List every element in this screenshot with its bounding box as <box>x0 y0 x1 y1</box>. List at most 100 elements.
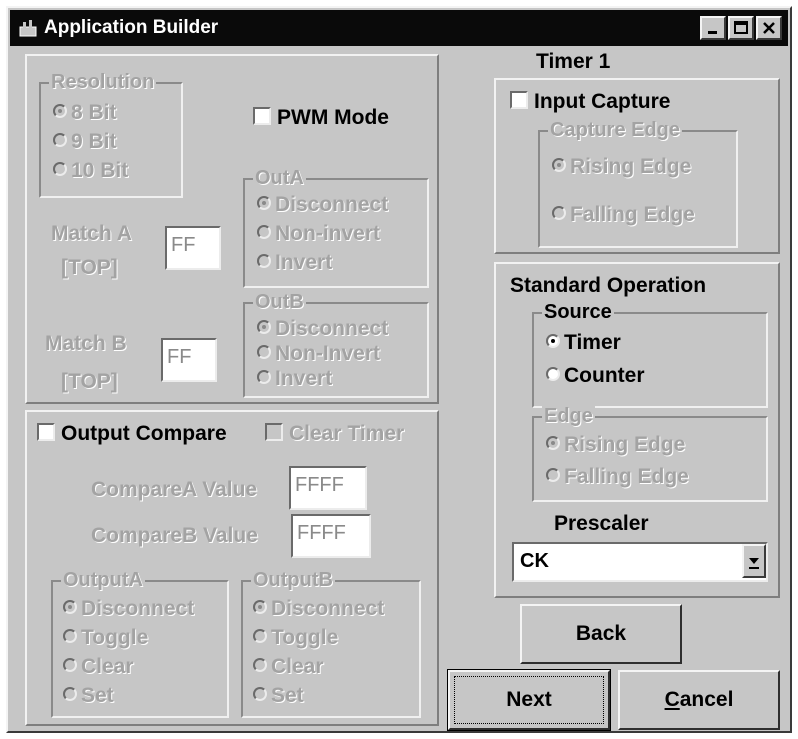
radio-output-a-toggle[interactable]: Toggle <box>63 625 148 651</box>
compare-b-input[interactable]: FFFF <box>291 514 371 558</box>
radio-out-a-invert[interactable]: Invert <box>257 250 332 276</box>
radio-resolution-10bit[interactable]: 10 Bit <box>53 158 128 184</box>
checkbox-box <box>510 91 528 110</box>
radio-indicator <box>63 600 77 615</box>
radio-resolution-9bit[interactable]: 9 Bit <box>53 129 117 155</box>
input-capture-panel: Input Capture Capture Edge Rising Edge F… <box>494 78 780 254</box>
radio-indicator <box>257 370 271 385</box>
maximize-icon <box>734 21 748 34</box>
compare-a-label: CompareA Value <box>91 478 258 501</box>
radio-indicator <box>257 320 271 335</box>
match-b-label: Match B <box>45 332 127 355</box>
radio-out-a-disconnect[interactable]: Disconnect <box>257 192 388 218</box>
radio-indicator <box>63 658 77 673</box>
radio-indicator <box>253 687 267 702</box>
radio-indicator <box>257 196 271 211</box>
input-capture-label: Input Capture <box>534 90 671 113</box>
radio-source-timer[interactable]: Timer <box>546 330 621 356</box>
radio-indicator <box>546 334 560 349</box>
input-capture-checkbox[interactable]: Input Capture <box>510 88 671 116</box>
match-a-label: Match A <box>51 222 132 245</box>
radio-indicator <box>53 133 67 148</box>
output-a-group-title: OutputA <box>61 569 145 591</box>
output-compare-label: Output Compare <box>61 422 227 445</box>
checkbox-box <box>253 107 271 126</box>
capture-edge-group: Capture Edge Rising Edge Falling Edge <box>538 119 738 248</box>
radio-resolution-8bit[interactable]: 8 Bit <box>53 100 117 126</box>
radio-output-b-toggle[interactable]: Toggle <box>253 625 338 651</box>
match-b-sublabel: [TOP] <box>61 370 118 393</box>
radio-output-a-set[interactable]: Set <box>63 683 114 709</box>
radio-capture-falling-edge[interactable]: Falling Edge <box>552 202 695 228</box>
radio-indicator <box>253 629 267 644</box>
radio-capture-rising-edge[interactable]: Rising Edge <box>552 154 691 180</box>
radio-label: Falling Edge <box>570 203 695 226</box>
radio-indicator <box>257 254 271 269</box>
compare-a-input[interactable]: FFFF <box>289 466 367 510</box>
standard-operation-heading: Standard Operation <box>510 274 707 297</box>
radio-out-b-non-invert[interactable]: Non-Invert <box>257 341 380 367</box>
radio-indicator <box>253 658 267 673</box>
radio-source-counter[interactable]: Counter <box>546 363 645 389</box>
title-bar[interactable]: Application Builder <box>10 10 788 46</box>
radio-output-b-set[interactable]: Set <box>253 683 304 709</box>
match-b-input[interactable]: FF <box>161 338 217 382</box>
radio-edge-rising[interactable]: Rising Edge <box>546 432 685 458</box>
minimize-icon <box>708 31 717 34</box>
clear-timer-label: Clear Timer <box>289 422 405 445</box>
radio-indicator <box>552 206 566 221</box>
compare-b-label: CompareB Value <box>91 524 258 547</box>
output-compare-checkbox[interactable]: Output Compare <box>37 420 227 448</box>
radio-out-b-invert[interactable]: Invert <box>257 366 332 392</box>
radio-label: Rising Edge <box>570 155 692 178</box>
back-button[interactable]: Back <box>520 604 682 664</box>
radio-output-a-disconnect[interactable]: Disconnect <box>63 596 194 622</box>
radio-output-a-clear[interactable]: Clear <box>63 654 134 680</box>
maximize-button[interactable] <box>728 16 754 40</box>
radio-label: Clear <box>81 655 134 678</box>
radio-indicator <box>546 436 560 451</box>
radio-label: Set <box>81 684 114 707</box>
radio-edge-falling[interactable]: Falling Edge <box>546 464 689 490</box>
out-b-group: OutB Disconnect Non-Invert Invert <box>243 291 429 398</box>
radio-label: Disconnect <box>81 597 195 620</box>
out-b-group-title: OutB <box>253 291 306 313</box>
pwm-mode-checkbox[interactable]: PWM Mode <box>253 104 389 132</box>
radio-label: Invert <box>275 367 333 390</box>
radio-output-b-disconnect[interactable]: Disconnect <box>253 596 384 622</box>
minimize-button[interactable] <box>700 16 726 40</box>
radio-indicator <box>53 104 67 119</box>
next-button-label: Next <box>506 688 552 711</box>
window-title: Application Builder <box>44 17 219 38</box>
radio-label: Non-Invert <box>275 342 380 365</box>
standard-operation-panel: Standard Operation Source Timer Counter … <box>494 262 780 598</box>
radio-out-b-disconnect[interactable]: Disconnect <box>257 316 388 342</box>
prescaler-select[interactable]: CK <box>512 542 768 582</box>
clear-timer-checkbox[interactable]: Clear Timer <box>265 420 404 448</box>
close-button[interactable] <box>756 16 782 40</box>
app-icon <box>19 20 37 37</box>
next-button[interactable]: Next <box>447 669 611 731</box>
pwm-mode-label: PWM Mode <box>277 106 389 129</box>
radio-label: Rising Edge <box>564 433 686 456</box>
radio-indicator <box>257 225 271 240</box>
out-a-group-title: OutA <box>253 167 306 189</box>
close-icon <box>763 22 775 34</box>
radio-label: Timer <box>564 331 621 354</box>
radio-output-b-clear[interactable]: Clear <box>253 654 324 680</box>
radio-indicator <box>257 345 271 360</box>
chevron-down-icon <box>749 558 759 569</box>
capture-edge-group-title: Capture Edge <box>548 119 683 141</box>
resolution-group-title: Resolution <box>49 71 157 93</box>
radio-out-a-non-invert[interactable]: Non-invert <box>257 221 380 247</box>
resolution-group: Resolution 8 Bit 9 Bit 10 Bit <box>39 71 183 198</box>
cancel-label-rest: ancel <box>679 688 734 711</box>
source-group-title: Source <box>542 301 614 323</box>
radio-label: Falling Edge <box>564 465 689 488</box>
cancel-button[interactable]: Cancel <box>618 670 780 730</box>
radio-label: Clear <box>271 655 324 678</box>
back-button-label: Back <box>575 622 627 645</box>
match-a-input[interactable]: FF <box>165 226 221 270</box>
dropdown-button[interactable] <box>742 544 766 578</box>
pwm-panel: Resolution 8 Bit 9 Bit 10 Bit PWM Mode M… <box>25 54 439 404</box>
